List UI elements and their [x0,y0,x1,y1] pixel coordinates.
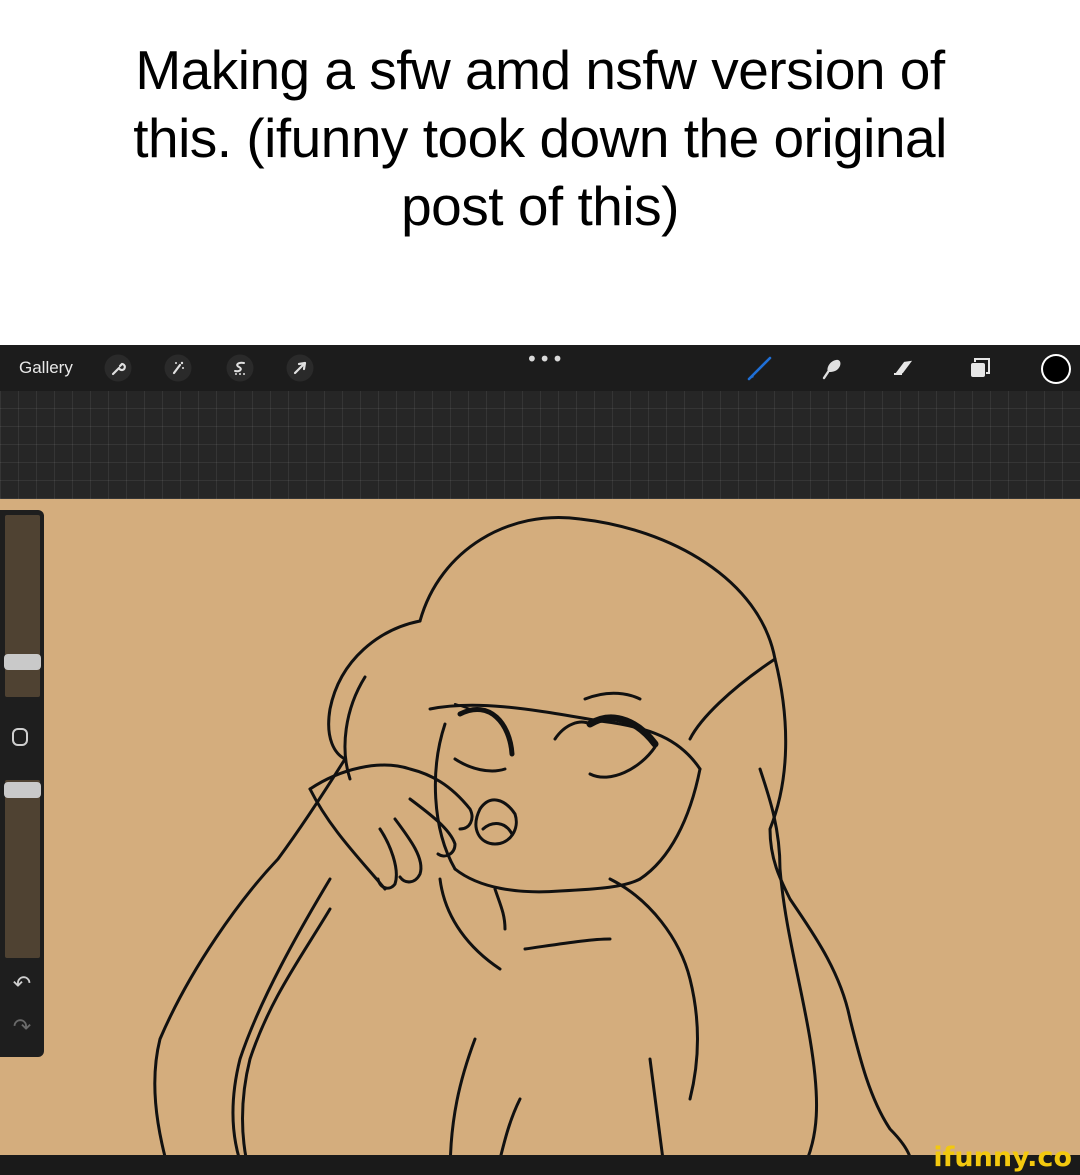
gallery-button[interactable]: Gallery [19,358,73,378]
drawing-app-screenshot: Gallery ••• ↶ ↷ [0,345,1080,1175]
top-toolbar: Gallery ••• [0,345,1080,391]
undo-button[interactable]: ↶ [8,972,36,997]
smudge-icon[interactable] [818,354,846,382]
transform-arrow-icon[interactable] [286,354,314,382]
meme-caption: Making a sfw amd nsfw version of this. (… [0,36,1080,240]
bottom-bar [0,1155,1080,1175]
more-options-button[interactable]: ••• [526,347,564,371]
layers-icon[interactable] [966,354,994,382]
color-swatch[interactable] [1040,353,1072,385]
ifunny-watermark: ifunny.co [933,1142,1072,1173]
left-sidebar: ↶ ↷ [0,510,44,1057]
eraser-icon[interactable] [890,354,918,382]
brush-icon[interactable] [745,354,773,382]
square-modify-icon[interactable] [12,728,28,746]
opacity-thumb[interactable] [4,782,41,798]
canvas-grid-background [0,391,1080,499]
opacity-slider[interactable] [5,780,40,958]
caption-line-1: Making a sfw amd nsfw version of [135,39,945,101]
caption-line-3: post of this) [401,175,679,237]
magic-wand-icon[interactable] [164,354,192,382]
brush-size-thumb[interactable] [4,654,41,670]
caption-line-2: this. (ifunny took down the original [133,107,947,169]
redo-button[interactable]: ↷ [8,1015,36,1040]
selection-icon[interactable] [226,354,254,382]
drawing-canvas[interactable] [0,499,1080,1175]
wrench-icon[interactable] [104,354,132,382]
